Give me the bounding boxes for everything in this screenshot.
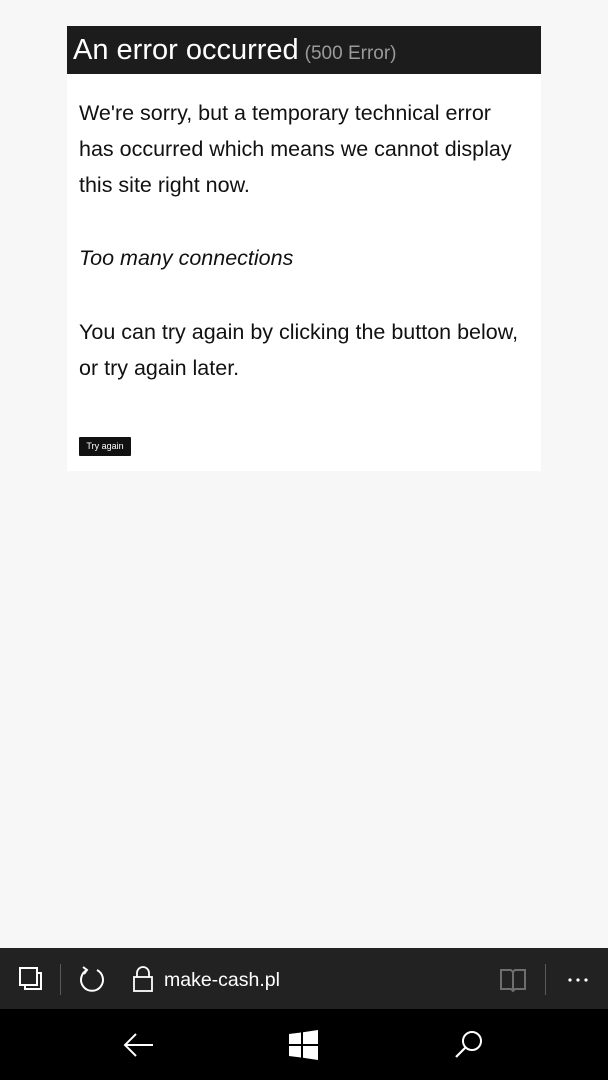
error-detail: Too many connections [79,246,294,270]
bar-divider [545,964,546,995]
system-navigation-bar [0,1009,608,1080]
address-field[interactable]: make-cash.pl [164,968,280,992]
error-code: (500 Error) [304,43,397,64]
try-again-button[interactable]: Try again [79,437,131,456]
more-icon[interactable] [562,962,596,996]
error-title: An error occurred (500 Error) [73,33,397,71]
windows-logo-icon[interactable] [286,1027,322,1063]
error-message: We're sorry, but a temporary technical e… [79,101,512,197]
reading-view-icon[interactable] [496,962,530,996]
error-title-text: An error occurred [73,34,299,66]
back-arrow-icon[interactable] [120,1027,156,1063]
browser-address-bar: make-cash.pl [0,948,608,1009]
error-card: An error occurred (500 Error) We're sorry… [67,26,541,471]
error-header: An error occurred (500 Error) [67,26,541,74]
bar-divider [60,964,61,995]
web-page-content: An error occurred (500 Error) We're sorry… [0,0,608,948]
refresh-icon[interactable] [75,962,109,996]
lock-icon [133,966,153,992]
error-instructions: You can try again by clicking the button… [79,320,519,380]
tabs-icon[interactable] [14,962,48,996]
search-icon[interactable] [451,1027,487,1063]
